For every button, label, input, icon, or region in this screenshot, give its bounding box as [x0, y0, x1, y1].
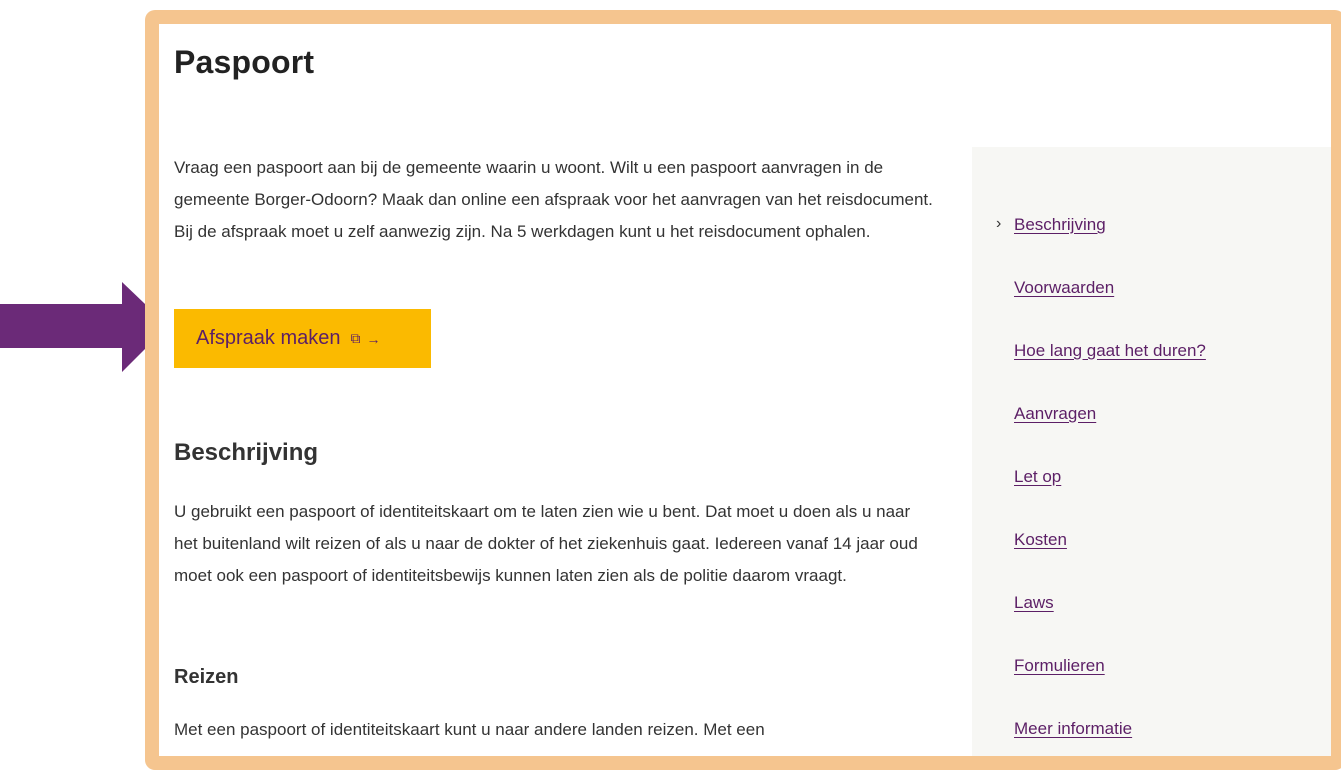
external-link-icon: ⧉ [350, 330, 361, 346]
toc-link[interactable]: Laws [1014, 593, 1054, 612]
arrow-right-icon: → [366, 330, 381, 347]
intro-text: Vraag een paspoort aan bij de gemeente w… [174, 158, 933, 241]
section-text: U gebruikt een paspoort of identiteitska… [174, 502, 918, 585]
toc-link[interactable]: Voorwaarden [1014, 278, 1114, 297]
toc-link[interactable]: Beschrijving [1014, 215, 1106, 234]
toc-link[interactable]: Let op [1014, 467, 1061, 486]
content-frame: Paspoort Vraag een paspoort aan bij de g… [145, 10, 1341, 770]
toc-item-beschrijving: › Beschrijving [996, 215, 1206, 278]
page-title: Paspoort [174, 44, 315, 80]
toc-item-let-op: Let op [1014, 467, 1206, 530]
afspraak-maken-button[interactable]: Afspraak maken ⧉ → [174, 309, 431, 368]
toc-sidebar: › Beschrijving Voorwaarden Hoe lang gaat… [972, 147, 1331, 756]
cta-label: Afspraak maken [196, 327, 341, 349]
toc-item-laws: Laws [1014, 593, 1206, 656]
section-title: Beschrijving [174, 439, 319, 466]
toc-item-duur: Hoe lang gaat het duren? [1014, 341, 1206, 404]
toc-list: › Beschrijving Voorwaarden Hoe lang gaat… [996, 215, 1206, 756]
toc-item-aanvragen: Aanvragen [1014, 404, 1206, 467]
toc-link[interactable]: Formulieren [1014, 656, 1105, 675]
toc-link[interactable]: Kosten [1014, 530, 1067, 549]
toc-link[interactable]: Meer informatie [1014, 719, 1132, 738]
toc-item-formulieren: Formulieren [1014, 656, 1206, 719]
subsection-text: Met een paspoort of identiteitskaart kun… [174, 720, 765, 739]
toc-item-kosten: Kosten [1014, 530, 1206, 593]
subsection-title: Reizen [174, 666, 239, 688]
toc-link[interactable]: Hoe lang gaat het duren? [1014, 341, 1206, 360]
chevron-right-icon: › [996, 215, 1002, 232]
toc-item-voorwaarden: Voorwaarden [1014, 278, 1206, 341]
toc-link[interactable]: Aanvragen [1014, 404, 1096, 423]
